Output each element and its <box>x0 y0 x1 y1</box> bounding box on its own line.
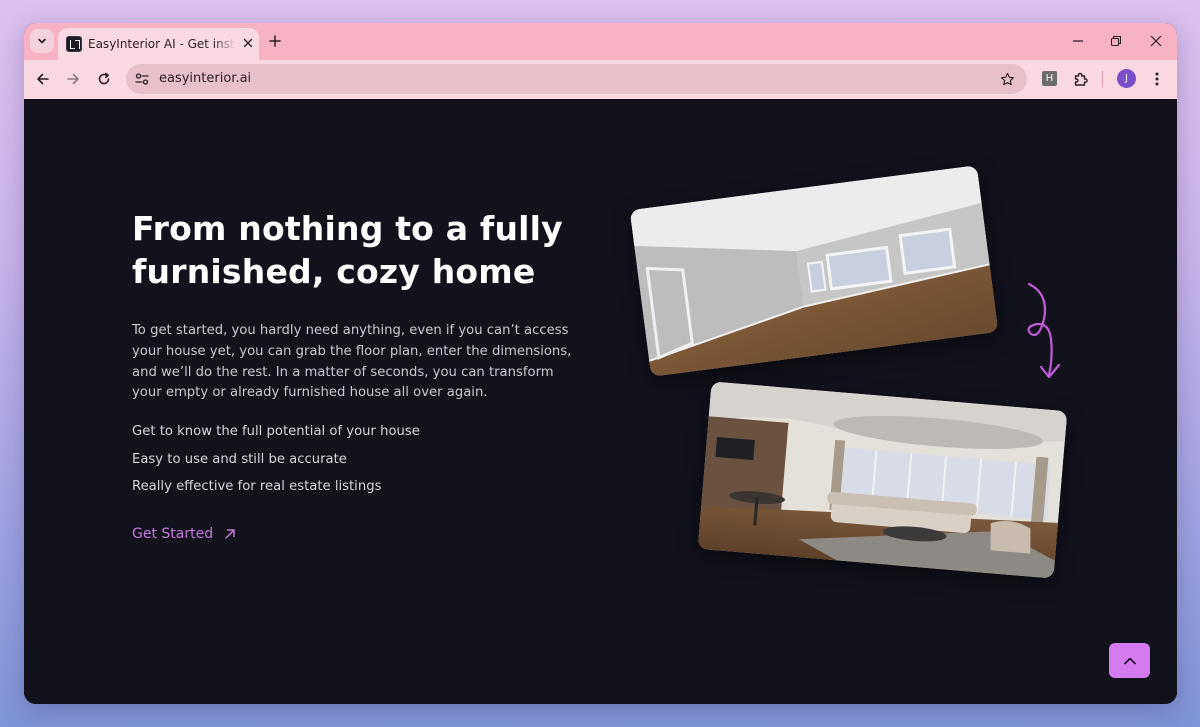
plus-icon <box>269 35 281 47</box>
kebab-menu-icon <box>1155 72 1159 86</box>
active-tab[interactable]: EasyInterior AI - Get instant interior d… <box>58 28 259 60</box>
tab-close-button[interactable] <box>240 35 256 51</box>
browser-toolbar: easyinterior.ai H J <box>24 60 1177 99</box>
browser-window: EasyInterior AI - Get instant interior d… <box>24 23 1177 704</box>
hero-description: To get started, you hardly need anything… <box>132 323 572 401</box>
extensions-button[interactable] <box>1070 68 1092 90</box>
address-bar[interactable]: easyinterior.ai <box>126 64 1027 94</box>
new-tab-button[interactable] <box>265 31 285 51</box>
profile-avatar[interactable]: J <box>1117 69 1136 88</box>
easyinterior-logo-icon <box>66 36 82 52</box>
tune-icon[interactable] <box>134 71 150 87</box>
feature-list: Get to know the full potential of your h… <box>132 422 420 505</box>
get-started-link[interactable]: Get Started <box>132 526 236 542</box>
arrow-left-icon <box>37 73 49 85</box>
furnished-room-image <box>697 381 1068 579</box>
url-text[interactable]: easyinterior.ai <box>159 71 251 86</box>
curly-arrow-down-icon <box>1027 282 1061 379</box>
feature-item: Easy to use and still be accurate <box>132 451 347 467</box>
arrow-up-right-icon <box>225 529 235 539</box>
chevron-up-icon <box>1123 657 1136 664</box>
restore-button[interactable] <box>1106 31 1126 51</box>
feature-item: Really effective for real estate listing… <box>132 479 382 494</box>
close-icon <box>1150 35 1162 47</box>
browser-menu-button[interactable] <box>1146 68 1168 90</box>
close-window-button[interactable] <box>1146 31 1166 51</box>
minimize-icon <box>1073 40 1083 42</box>
star-icon <box>1000 72 1014 85</box>
hero-title: From nothing to a fully furnished, cozy … <box>132 209 563 291</box>
tab-title: EasyInterior AI - Get instant interior d… <box>88 37 236 51</box>
chevron-down-icon <box>38 38 46 44</box>
reload-icon <box>98 72 110 85</box>
back-button[interactable] <box>32 68 54 90</box>
scroll-to-top-button[interactable] <box>1109 643 1150 678</box>
arrow-right-icon <box>67 73 79 85</box>
puzzle-icon <box>1074 72 1088 86</box>
empty-room-image <box>629 165 999 377</box>
bookmark-button[interactable] <box>997 69 1017 89</box>
tab-bar: EasyInterior AI - Get instant interior d… <box>24 23 1177 60</box>
minimize-button[interactable] <box>1068 31 1088 51</box>
extension-h-button[interactable]: H <box>1042 71 1057 86</box>
tab-search-button[interactable] <box>30 29 54 53</box>
restore-icon <box>1110 35 1122 47</box>
feature-item: Get to know the full potential of your h… <box>132 424 420 439</box>
page-content: From nothing to a fully furnished, cozy … <box>24 99 1177 704</box>
get-started-label: Get Started <box>132 526 214 542</box>
reload-button[interactable] <box>93 68 115 90</box>
toolbar-divider <box>1102 71 1103 87</box>
close-icon <box>243 38 253 48</box>
forward-button[interactable] <box>62 68 84 90</box>
